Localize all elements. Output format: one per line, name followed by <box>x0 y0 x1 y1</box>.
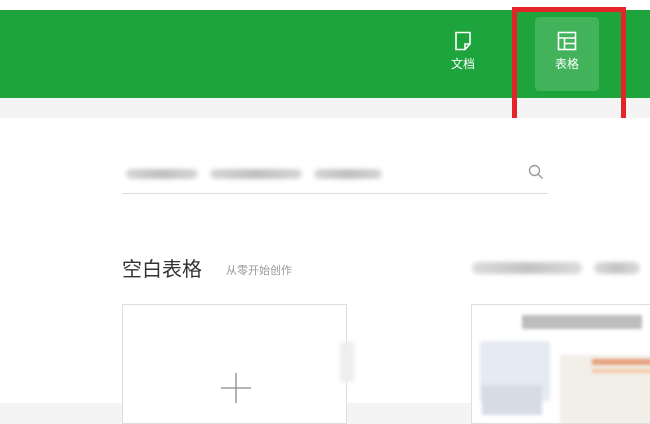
blank-sheet-card[interactable] <box>122 304 347 424</box>
blurred-template-grid <box>482 385 542 415</box>
blurred-section-heading <box>594 262 640 274</box>
blurred-search-text <box>314 169 382 179</box>
blurred-template-header-row <box>592 359 650 365</box>
nav-docs-label: 文档 <box>450 57 475 71</box>
search-icon[interactable] <box>528 164 544 180</box>
section-title: 空白表格 <box>122 257 202 281</box>
plus-icon <box>221 373 251 403</box>
blurred-template-row <box>592 369 650 373</box>
highlight-annotation-box <box>512 7 626 128</box>
document-icon <box>455 31 471 51</box>
card-edge-shade <box>340 342 354 382</box>
template-card[interactable] <box>471 304 650 424</box>
section-subtitle: 从零开始创作 <box>226 264 292 277</box>
blurred-search-text <box>210 169 302 179</box>
search-bar[interactable] <box>122 155 548 194</box>
blurred-template-thumbnail <box>560 355 650 423</box>
blurred-template-title <box>522 315 642 329</box>
blurred-section-heading <box>472 262 582 274</box>
blurred-search-text <box>126 169 198 179</box>
nav-docs-button[interactable]: 文档 <box>431 17 495 91</box>
